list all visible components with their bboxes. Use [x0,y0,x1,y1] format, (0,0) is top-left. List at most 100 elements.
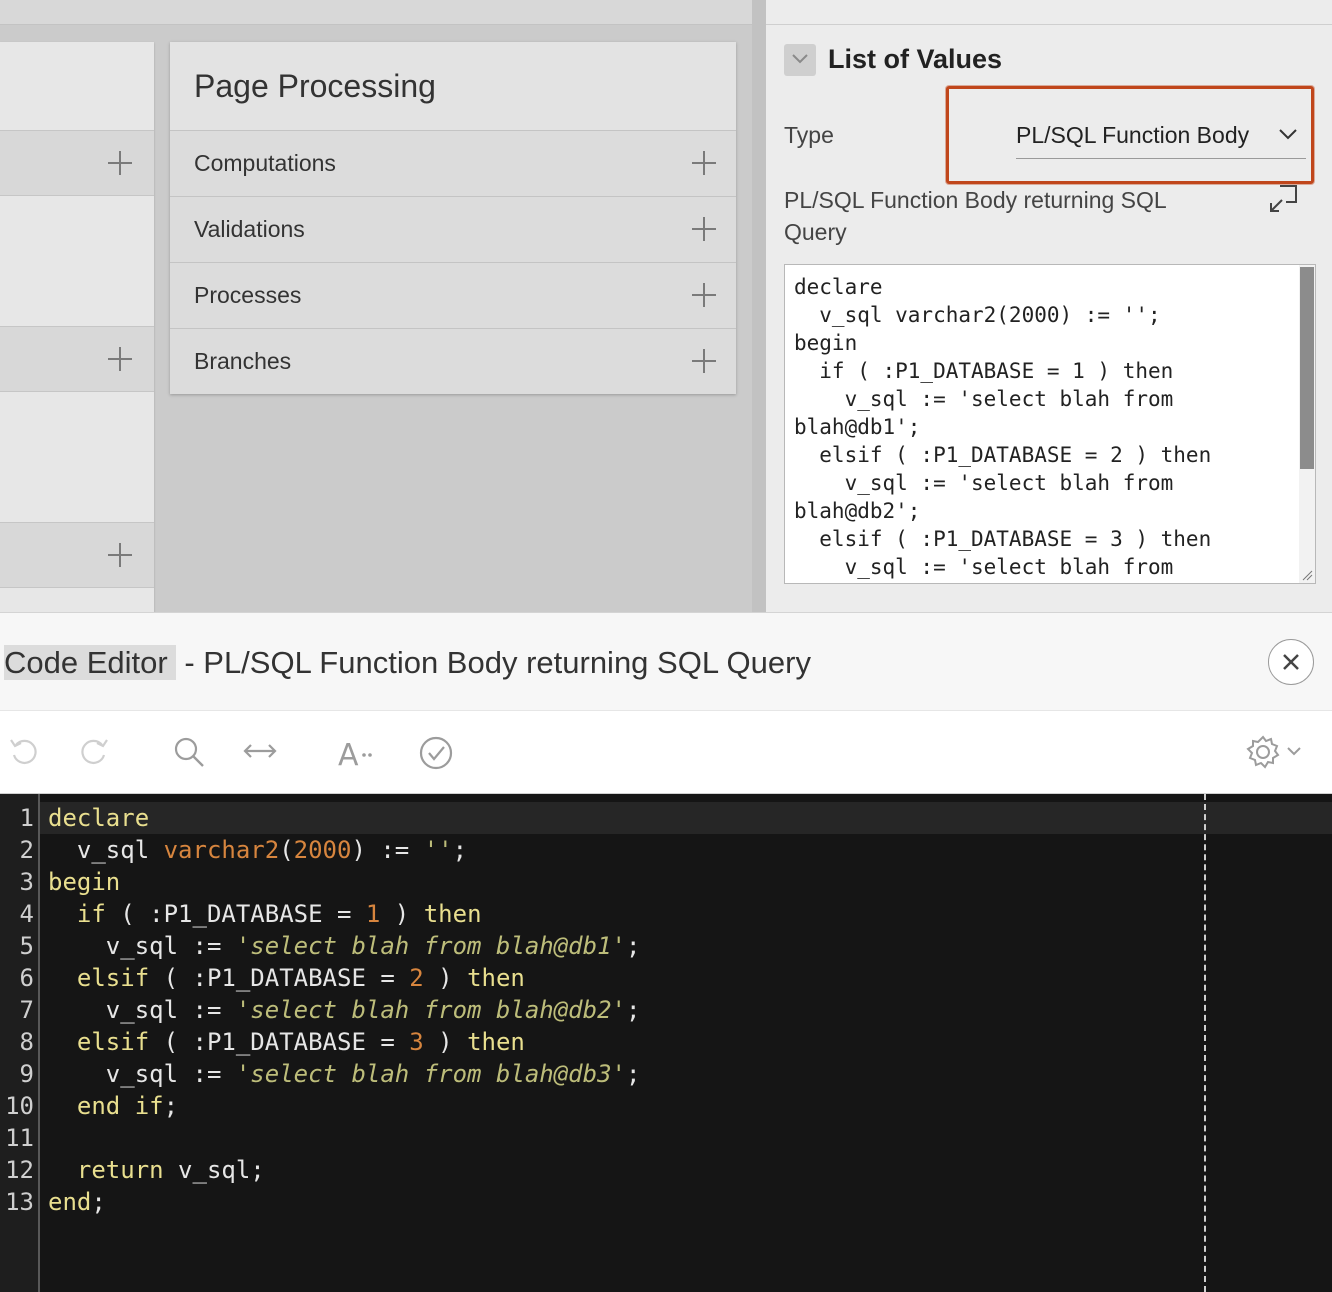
code-token: varchar2 [163,836,280,864]
code-lines[interactable]: declare v_sql varchar2(2000) := ''; begin… [48,802,640,1218]
redo-icon[interactable] [78,735,110,767]
divider [766,24,1332,25]
add-icon[interactable] [108,543,132,567]
branches-row[interactable]: Branches [170,328,736,394]
code-token: begin [48,868,121,896]
code-line: v_sql varchar2(2000) := ''; [48,834,640,866]
code-token: then [423,900,482,928]
close-dialog-button[interactable] [1268,639,1314,685]
replace-icon[interactable] [242,735,278,767]
add-process-icon[interactable] [692,283,716,307]
code-token: elsif [76,1028,150,1056]
code-token: ) [423,964,468,992]
code-line: end if; [48,1090,640,1122]
computations-row[interactable]: Computations [170,130,736,196]
line-number: 6 [19,964,34,992]
code-line: declare [48,802,640,834]
code-token: ) [380,900,424,928]
code-token: ' [611,996,626,1024]
code-token: then [467,1028,525,1056]
line-number-gutter: 1 2 3 4 5 6 7 8 9 10 11 12 13 [0,794,40,1292]
add-branch-icon[interactable] [692,349,716,373]
processes-label: Processes [194,282,302,308]
line-number: 12 [5,1156,34,1184]
dialog-title-suffix: - PL/SQL Function Body returning SQL Que… [175,645,811,680]
code-token: ; [452,836,468,864]
left-panel-row-3 [0,522,154,588]
panel-splitter[interactable] [752,0,766,612]
code-token: ' [611,1060,626,1088]
code-textarea[interactable]: declare v_sql varchar2(2000) := ''; begi… [784,264,1316,584]
dialog-title: Code Editor - PL/SQL Function Body retur… [4,645,811,681]
code-token: v_sql [48,836,164,864]
code-token: if [134,1092,164,1120]
line-number: 10 [5,1092,34,1120]
line-number: 3 [19,868,34,896]
page-processing-title: Page Processing [194,68,436,104]
code-line: if ( :P1_DATABASE = 1 ) then [48,898,640,930]
validations-row[interactable]: Validations [170,196,736,262]
code-token: ( :P1_DATABASE = [149,964,410,992]
code-editor-toolbar: A [0,710,1332,794]
code-token: ; [91,1188,106,1216]
line-number: 4 [19,900,34,928]
collapse-section-button[interactable] [784,44,816,76]
dialog-title-prefix: Code Editor [4,645,176,680]
add-icon[interactable] [108,151,132,175]
code-token: then [467,964,525,992]
code-token: select blah from blah@db3 [250,1060,612,1088]
code-field-label: PL/SQL Function Body returning SQL Query [784,187,1166,245]
code-token: ) := [351,836,424,864]
code-token: select blah from blah@db2 [250,996,612,1024]
open-code-editor-icon[interactable] [1268,184,1298,219]
code-line: begin [48,866,640,898]
code-line: v_sql := 'select blah from blah@db1'; [48,930,641,962]
code-token: v_sql; [163,1156,265,1184]
code-token: ' [611,932,626,960]
code-line: v_sql := 'select blah from blah@db3'; [48,1058,641,1090]
resize-grip-icon[interactable] [1301,569,1313,581]
top-strip [0,0,752,25]
add-computation-icon[interactable] [692,151,716,175]
validations-label: Validations [194,216,305,242]
annotation-highlight-box [946,86,1314,184]
scrollbar[interactable] [1299,265,1315,583]
left-partial-panel [0,42,154,612]
code-token: elsif [76,964,150,992]
code-token: end [48,1188,92,1216]
type-label: Type [784,122,834,148]
code-token: ; [625,1060,641,1088]
svg-text:A: A [338,738,359,769]
code-token: 2000 [293,836,352,864]
code-editor[interactable]: 1 2 3 4 5 6 7 8 9 10 11 12 13 declare v_sql varchar2… [0,794,1332,1292]
scrollbar-thumb[interactable] [1300,267,1314,469]
undo-icon[interactable] [8,735,40,767]
computations-label: Computations [194,150,336,176]
code-line: end; [48,1186,640,1218]
code-token: ( :P1_DATABASE = [149,1028,410,1056]
code-token: 1 [365,900,381,928]
close-icon [1283,654,1299,670]
code-token: ' [235,1060,251,1088]
line-number: 8 [19,1028,34,1056]
chevron-down-icon [792,54,808,64]
add-validation-icon[interactable] [692,217,716,241]
code-token: ' [235,932,251,960]
autocomplete-icon[interactable]: A [338,735,378,769]
code-token: ) [423,1028,468,1056]
code-line: return v_sql; [48,1154,640,1186]
code-token: ( [279,836,294,864]
validate-icon[interactable] [418,735,454,771]
search-icon[interactable] [172,735,206,769]
code-token: ; [625,932,641,960]
add-icon[interactable] [108,347,132,371]
settings-icon[interactable] [1246,735,1308,769]
processes-row[interactable]: Processes [170,262,736,328]
